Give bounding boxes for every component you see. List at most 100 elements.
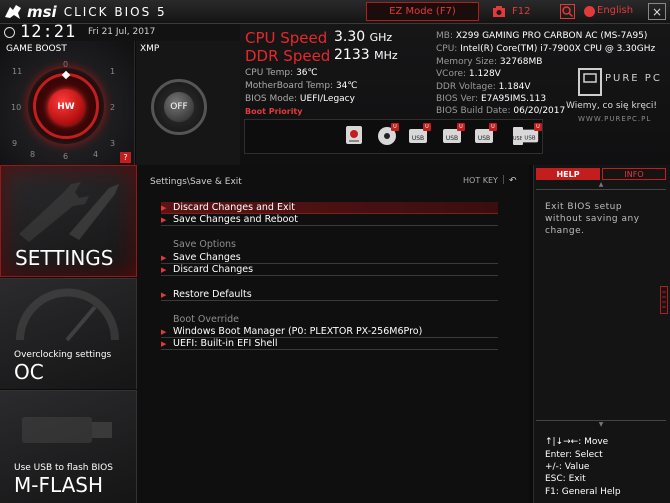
- help-scroll-up-icon[interactable]: ▲: [536, 181, 666, 190]
- cpu-temp: CPU Temp: 36℃: [245, 68, 318, 78]
- side-grip-icon[interactable]: [660, 286, 668, 314]
- bios-mode-value: UEFI/Legacy: [299, 94, 355, 104]
- tab-help[interactable]: HELP: [536, 168, 600, 180]
- msi-dragon-icon: [5, 5, 21, 19]
- menu-item-boot-efi-shell[interactable]: ▶ UEFI: Built-in EFI Shell: [161, 338, 498, 350]
- game-boost-hw-button[interactable]: HW: [48, 89, 84, 125]
- logo-brand: msi: [27, 3, 57, 21]
- menu-item-save-reboot[interactable]: ▶ Save Changes and Reboot: [161, 214, 498, 226]
- dial-number: 11: [12, 67, 23, 76]
- bios-version-label: BIOS Ver:: [436, 94, 479, 104]
- nav-settings[interactable]: SETTINGS: [0, 165, 137, 277]
- mb-temp-label: MotherBoard Temp:: [245, 81, 334, 91]
- menu-item-boot-windows[interactable]: ▶ Windows Boot Manager (P0: PLEXTOR PX-25…: [161, 326, 498, 338]
- key-help-select: Enter: Select: [545, 450, 603, 460]
- back-icon[interactable]: ↶: [509, 176, 517, 186]
- menu-arrow-icon: ▶: [161, 203, 167, 212]
- memory-info-value: 32768MB: [499, 57, 543, 67]
- breadcrumb: Settings\Save & Exit: [150, 177, 242, 187]
- uefi-badge: U: [489, 123, 497, 131]
- game-boost-help-button[interactable]: ?: [120, 152, 131, 163]
- key-help-value: +/-: Value: [545, 462, 590, 472]
- tools-icon: [19, 182, 119, 242]
- xmp-toggle[interactable]: OFF: [164, 92, 194, 122]
- language-selector[interactable]: English: [597, 5, 633, 16]
- key-help-move: ↑|↓→←: Move: [545, 437, 609, 447]
- ddr-speed-number: 2133: [334, 47, 370, 63]
- usb-text: USB: [524, 136, 535, 142]
- clock-time: 12:21: [20, 22, 77, 42]
- watermark-url: WWW.PUREPC.PL: [578, 115, 652, 123]
- dial-number: 8: [30, 150, 36, 159]
- mb-temp: MotherBoard Temp: 34℃: [245, 81, 358, 91]
- speedometer-icon: [16, 288, 119, 342]
- msi-logo: msi CLICK BIOS 5: [4, 3, 167, 21]
- close-button[interactable]: ×: [648, 3, 666, 20]
- tab-info[interactable]: INFO: [602, 168, 666, 180]
- vcore-info: VCore: 1.128V: [436, 69, 501, 79]
- key-help-general: F1: General Help: [545, 487, 621, 497]
- camera-icon[interactable]: [492, 5, 506, 18]
- uefi-badge: U: [457, 123, 465, 131]
- vcore-info-value: 1.128V: [468, 69, 501, 79]
- nav-oc-subtitle: Overclocking settings: [14, 350, 112, 360]
- menu-item-discard-changes[interactable]: ▶ Discard Changes: [161, 264, 498, 276]
- dial-number: 4: [93, 150, 99, 159]
- menu-item-label: Windows Boot Manager (P0: PLEXTOR PX-256…: [173, 326, 423, 337]
- hdd-icon[interactable]: [343, 124, 365, 146]
- memory-info-label: Memory Size:: [436, 57, 497, 67]
- search-icon[interactable]: [560, 4, 575, 19]
- hotkey-separator: |: [502, 175, 506, 185]
- hotkey-button[interactable]: HOT KEY: [463, 176, 498, 185]
- menu-arrow-icon: ▶: [161, 265, 167, 274]
- cpu-speed-number: 3.30: [334, 29, 366, 45]
- menu-arrow-icon: ▶: [161, 290, 167, 299]
- boot-override-heading: Boot Override: [173, 314, 239, 325]
- menu-item-restore-defaults[interactable]: ▶ Restore Defaults: [161, 289, 498, 301]
- menu-item-label: Discard Changes: [173, 264, 254, 275]
- dial-number: 9: [12, 139, 18, 148]
- nav-mflash-title: M-FLASH: [14, 473, 103, 497]
- nav-oc[interactable]: Overclocking settings OC: [0, 278, 137, 389]
- dial-number: 10: [11, 103, 22, 112]
- menu-arrow-icon: ▶: [161, 339, 167, 348]
- mb-info-label: MB:: [436, 31, 453, 41]
- vcore-info-label: VCore:: [436, 69, 467, 79]
- save-options-heading: Save Options: [173, 239, 236, 250]
- flash-drive-icon: [22, 417, 112, 443]
- mb-info-value: X299 GAMING PRO CARBON AC (MS-7A95): [455, 31, 648, 41]
- ez-mode-button[interactable]: EZ Mode (F7): [366, 2, 479, 21]
- usb-text: USB: [446, 135, 458, 142]
- ddr-speed-label: DDR Speed: [245, 47, 331, 65]
- f12-screenshot-button[interactable]: F12: [512, 6, 530, 17]
- nav-settings-title: SETTINGS: [15, 246, 114, 270]
- boot-priority-label: Boot Priority: [245, 107, 303, 116]
- menu-item-label: Save Changes: [173, 252, 241, 263]
- dial-number: 6: [63, 152, 69, 161]
- key-help-exit: ESC: Exit: [545, 474, 586, 484]
- cpu-info: CPU: Intel(R) Core(TM) i7-7900X CPU @ 3.…: [436, 44, 655, 54]
- usb-text: USB: [412, 135, 424, 142]
- menu-item-save-changes[interactable]: ▶ Save Changes: [161, 252, 498, 264]
- bios-version-value: E7A95IMS.113: [480, 94, 547, 104]
- cpu-temp-value: 36℃: [296, 68, 318, 78]
- mb-temp-value: 34℃: [335, 81, 358, 91]
- menu-item-label: UEFI: Built-in EFI Shell: [173, 338, 278, 349]
- cpu-info-value: Intel(R) Core(TM) i7-7900X CPU @ 3.30GHz: [460, 44, 656, 54]
- dial-number: 1: [110, 67, 116, 76]
- menu-item-discard-exit[interactable]: ▶ Discard Changes and Exit: [161, 202, 498, 214]
- clock-icon: [4, 27, 15, 38]
- bios-mode-label: BIOS Mode:: [245, 94, 298, 104]
- dial-number: 2: [110, 103, 116, 112]
- menu-item-label: Discard Changes and Exit: [173, 202, 295, 213]
- globe-icon[interactable]: [584, 6, 595, 17]
- clock-date: Fri 21 Jul, 2017: [88, 27, 156, 37]
- game-boost-label: GAME BOOST: [6, 44, 67, 54]
- ddr-voltage-label: DDR Voltage:: [436, 82, 496, 92]
- nav-mflash[interactable]: Use USB to flash BIOS M-FLASH: [0, 390, 137, 503]
- nav-oc-title: OC: [14, 360, 44, 384]
- menu-item-label: Restore Defaults: [173, 289, 252, 300]
- ddr-voltage-info: DDR Voltage: 1.184V: [436, 82, 531, 92]
- help-scroll-down-icon[interactable]: ▼: [536, 420, 666, 431]
- cpu-temp-label: CPU Temp:: [245, 68, 294, 78]
